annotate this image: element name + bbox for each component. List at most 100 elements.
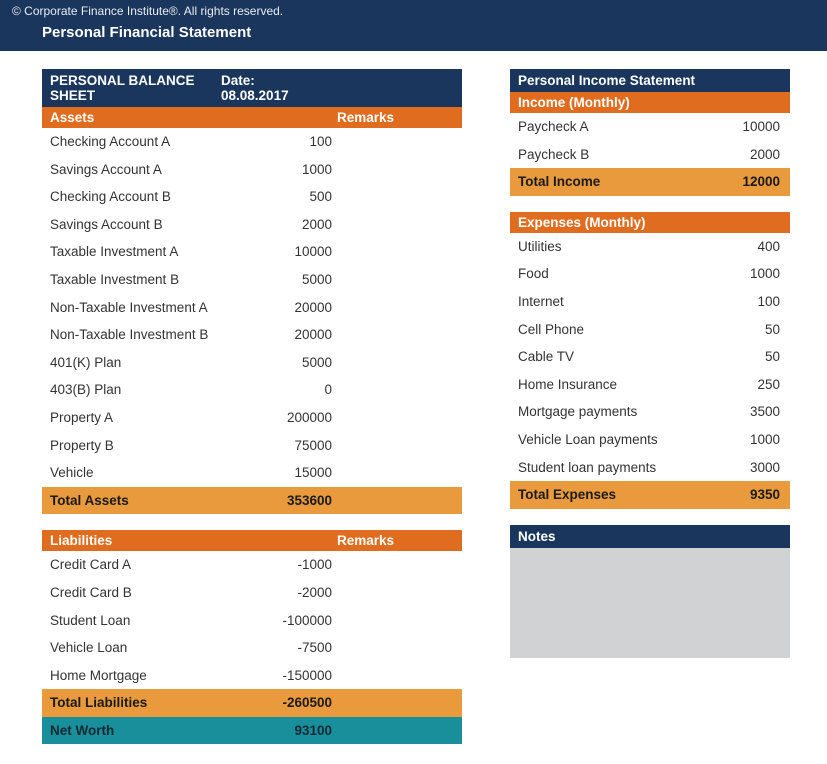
net-worth-row: Net Worth 93100 (42, 717, 462, 745)
row-value: 5000 (262, 349, 352, 377)
row-remarks (352, 634, 462, 662)
total-liabilities-row: Total Liabilities -260500 (42, 689, 462, 717)
table-row: Savings Account B2000 (42, 211, 462, 239)
row-value: -2000 (262, 579, 352, 607)
row-value: 0 (262, 376, 352, 404)
row-value: -7500 (262, 634, 352, 662)
row-value: -1000 (262, 551, 352, 579)
table-row: Student Loan-100000 (42, 607, 462, 635)
row-value: -100000 (262, 607, 352, 635)
row-label: Mortgage payments (510, 398, 730, 426)
row-value: 3000 (730, 454, 790, 482)
row-value: 5000 (262, 266, 352, 294)
table-row: Credit Card B-2000 (42, 579, 462, 607)
income-table: Paycheck A10000Paycheck B2000 Total Inco… (510, 113, 790, 196)
total-income-value: 12000 (730, 168, 790, 196)
row-label: Non-Taxable Investment A (42, 294, 262, 322)
networth-value: 93100 (262, 717, 352, 745)
table-row: Vehicle Loan-7500 (42, 634, 462, 662)
table-row: Cable TV50 (510, 343, 790, 371)
row-value: 200000 (262, 404, 352, 432)
row-label: Vehicle Loan payments (510, 426, 730, 454)
table-row: Mortgage payments3500 (510, 398, 790, 426)
row-value: 50 (730, 316, 790, 344)
table-row: Cell Phone50 (510, 316, 790, 344)
row-value: 1000 (730, 260, 790, 288)
row-remarks (352, 183, 462, 211)
right-column: Personal Income Statement Income (Monthl… (510, 69, 790, 744)
row-label: Non-Taxable Investment B (42, 321, 262, 349)
row-label: Cable TV (510, 343, 730, 371)
table-row: Paycheck A10000 (510, 113, 790, 141)
top-bar: © Corporate Finance Institute®. All righ… (0, 0, 827, 51)
row-label: Vehicle Loan (42, 634, 262, 662)
income-header: Income (Monthly) (510, 92, 790, 113)
table-row: Taxable Investment A10000 (42, 238, 462, 266)
liabilities-table: Credit Card A-1000Credit Card B-2000Stud… (42, 551, 462, 744)
row-label: Paycheck B (510, 141, 730, 169)
table-row: Home Mortgage-150000 (42, 662, 462, 690)
row-label: Credit Card B (42, 579, 262, 607)
table-row: Property B75000 (42, 432, 462, 460)
table-row: 401(K) Plan5000 (42, 349, 462, 377)
row-label: Savings Account B (42, 211, 262, 239)
row-label: Credit Card A (42, 551, 262, 579)
table-row: Paycheck B2000 (510, 141, 790, 169)
content-area: PERSONAL BALANCE SHEET Date: 08.08.2017 … (0, 51, 827, 764)
row-value: 75000 (262, 432, 352, 460)
row-remarks (352, 321, 462, 349)
total-assets-value: 353600 (262, 487, 352, 515)
table-row: Non-Taxable Investment A20000 (42, 294, 462, 322)
remarks-header-text-2: Remarks (337, 533, 394, 548)
table-row: Food1000 (510, 260, 790, 288)
row-remarks (352, 211, 462, 239)
row-remarks (352, 266, 462, 294)
row-remarks (352, 349, 462, 377)
income-header-text: Income (Monthly) (518, 95, 630, 110)
row-label: Student Loan (42, 607, 262, 635)
row-remarks (352, 128, 462, 156)
assets-header-text: Assets (50, 110, 94, 125)
table-row: Taxable Investment B5000 (42, 266, 462, 294)
row-value: 100 (730, 288, 790, 316)
left-column: PERSONAL BALANCE SHEET Date: 08.08.2017 … (42, 69, 462, 744)
row-label: Student loan payments (510, 454, 730, 482)
row-remarks (352, 294, 462, 322)
row-value: 15000 (262, 459, 352, 487)
row-label: Home Mortgage (42, 662, 262, 690)
row-value: 1000 (262, 156, 352, 184)
row-label: Cell Phone (510, 316, 730, 344)
row-value: 250 (730, 371, 790, 399)
row-value: 500 (262, 183, 352, 211)
row-label: Checking Account B (42, 183, 262, 211)
row-value: 2000 (730, 141, 790, 169)
row-value: -150000 (262, 662, 352, 690)
total-income-label: Total Income (510, 168, 730, 196)
table-row: Property A200000 (42, 404, 462, 432)
table-row: Internet100 (510, 288, 790, 316)
balance-sheet-heading: PERSONAL BALANCE SHEET Date: 08.08.2017 (42, 69, 462, 107)
row-label: Property B (42, 432, 262, 460)
row-label: Vehicle (42, 459, 262, 487)
row-remarks (352, 156, 462, 184)
table-row: Student loan payments3000 (510, 454, 790, 482)
table-row: Vehicle Loan payments1000 (510, 426, 790, 454)
row-label: Paycheck A (510, 113, 730, 141)
row-label: 403(B) Plan (42, 376, 262, 404)
page-title: Personal Financial Statement (12, 24, 815, 41)
row-remarks (352, 607, 462, 635)
row-label: Taxable Investment A (42, 238, 262, 266)
table-row: Savings Account A1000 (42, 156, 462, 184)
table-row: Vehicle15000 (42, 459, 462, 487)
row-remarks (352, 404, 462, 432)
income-stmt-heading: Personal Income Statement (510, 69, 790, 92)
income-stmt-heading-text: Personal Income Statement (518, 73, 695, 88)
row-value: 3500 (730, 398, 790, 426)
row-value: 20000 (262, 321, 352, 349)
total-expenses-row: Total Expenses 9350 (510, 481, 790, 509)
table-row: Checking Account B500 (42, 183, 462, 211)
row-value: 10000 (262, 238, 352, 266)
total-assets-label: Total Assets (42, 487, 262, 515)
row-value: 2000 (262, 211, 352, 239)
row-remarks (352, 579, 462, 607)
